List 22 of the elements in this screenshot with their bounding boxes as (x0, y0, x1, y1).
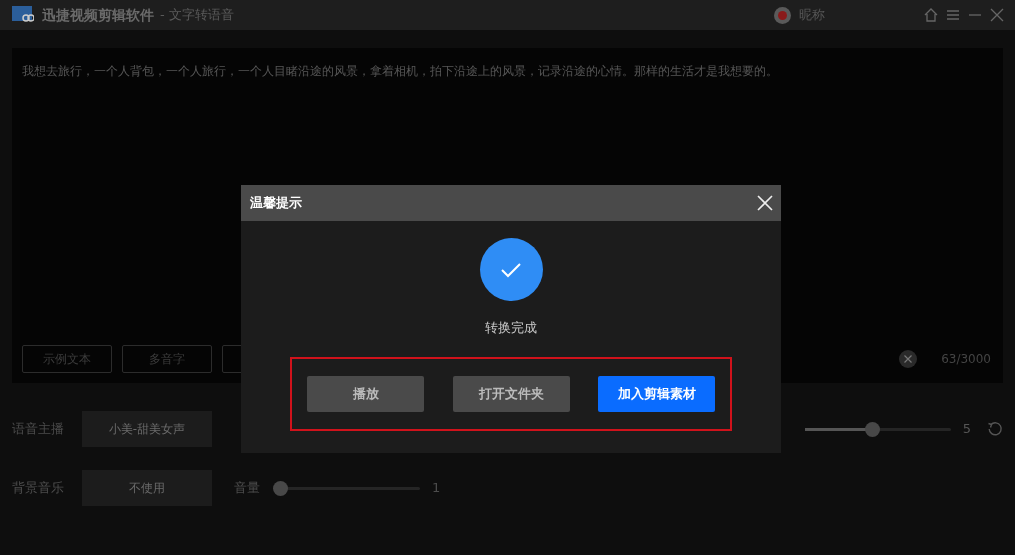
slider-thumb[interactable] (864, 421, 880, 437)
dialog-button[interactable]: 打开文件夹 (452, 375, 570, 412)
slider-value: 1 (432, 479, 441, 498)
dialog-message: 转换完成 (484, 319, 538, 337)
editor-text: 我想去旅行，一个人背包，一个人旅行，一个人目睹沿途的风景，拿着相机，拍下沿途上的风景，记录沿途的心情。那样的生活才是我想要的。 (22, 63, 778, 80)
setting-label: 背景音乐 (12, 479, 65, 498)
clear-icon[interactable] (898, 350, 917, 368)
slider-thumb[interactable] (273, 480, 288, 496)
home-icon[interactable] (923, 7, 939, 23)
dialog-title: 温馨提示 (250, 194, 302, 213)
dialog-button[interactable]: 加入剪辑素材 (598, 375, 715, 412)
reset-icon[interactable] (987, 421, 1003, 437)
slider-value: 5 (962, 420, 971, 439)
char-count: 63/3000 (941, 351, 991, 368)
menu-icon[interactable] (945, 7, 961, 23)
dialog-button[interactable]: 播放 (307, 375, 424, 412)
app-name: 迅捷视频剪辑软件 (42, 5, 154, 25)
avatar-icon (774, 6, 791, 24)
app-logo-icon (12, 6, 34, 24)
dropdown-field[interactable]: 不使用 (82, 470, 212, 506)
setting-label: 音量 (234, 479, 261, 498)
dropdown-field[interactable]: 小美-甜美女声 (82, 411, 212, 447)
